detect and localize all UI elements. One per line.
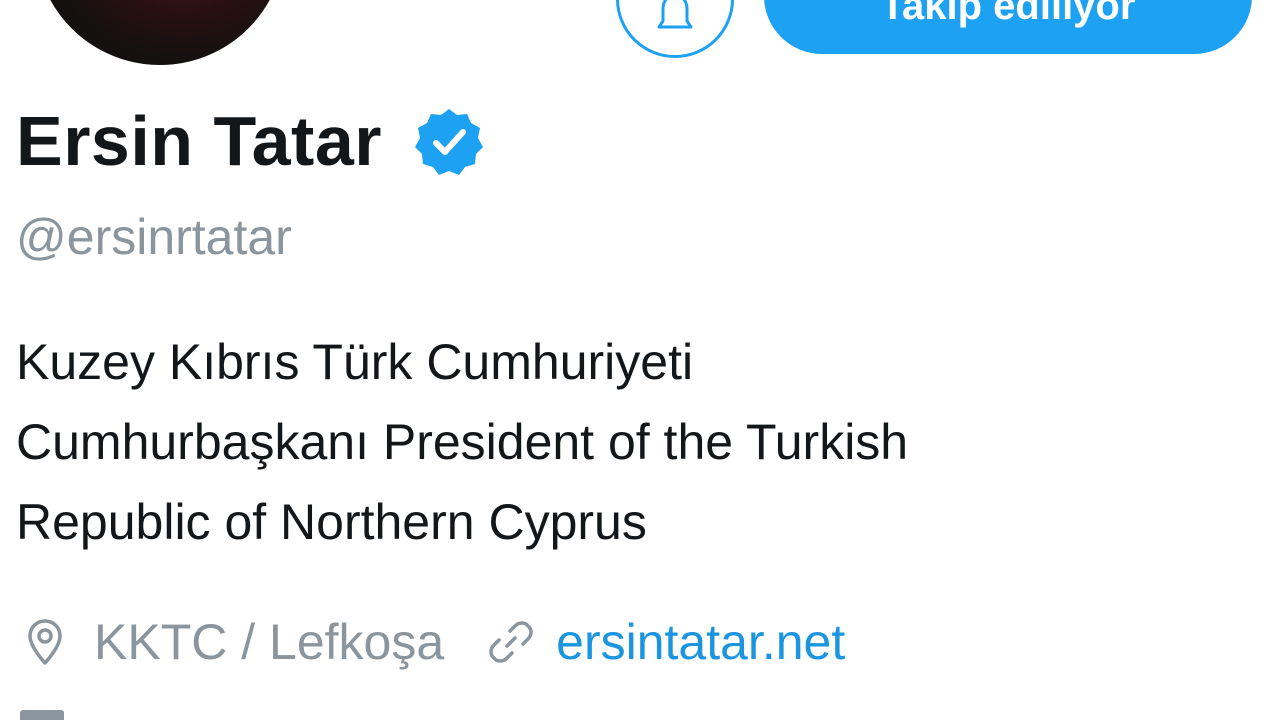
link-icon	[489, 621, 533, 663]
profile-meta-row: KKTC / Lefkoşa ersintatar.net	[18, 606, 845, 678]
bio-line: Republic of Northern Cyprus	[16, 494, 647, 550]
joined-row	[18, 706, 70, 720]
profile-bio: Kuzey Kıbrıs Türk Cumhuriyeti Cumhurbaşk…	[16, 322, 1216, 562]
bell-icon	[657, 0, 693, 29]
following-button-label: Takip ediliyor	[880, 0, 1136, 28]
name-row: Ersin Tatar	[16, 96, 484, 186]
display-name: Ersin Tatar	[16, 102, 382, 180]
username-handle: @ersinrtatar	[16, 209, 292, 265]
location-text: KKTC / Lefkoşa	[94, 614, 445, 670]
avatar[interactable]	[30, 0, 290, 70]
verified-badge-icon	[415, 109, 483, 175]
location-pin-icon	[28, 619, 62, 665]
following-button[interactable]: Takip ediliyor	[764, 0, 1252, 54]
profile-header: Takip ediliyor Ersin Tatar @ersinrtatar …	[0, 0, 1280, 720]
bio-line: Kuzey Kıbrıs Türk Cumhuriyeti	[16, 334, 694, 390]
website-link[interactable]: ersintatar.net	[556, 617, 845, 667]
calendar-icon	[20, 710, 64, 720]
bio-line: Cumhurbaşkanı President of the Turkish	[16, 414, 909, 470]
link-icon-wrap	[484, 615, 538, 669]
notifications-button[interactable]	[616, 0, 734, 58]
